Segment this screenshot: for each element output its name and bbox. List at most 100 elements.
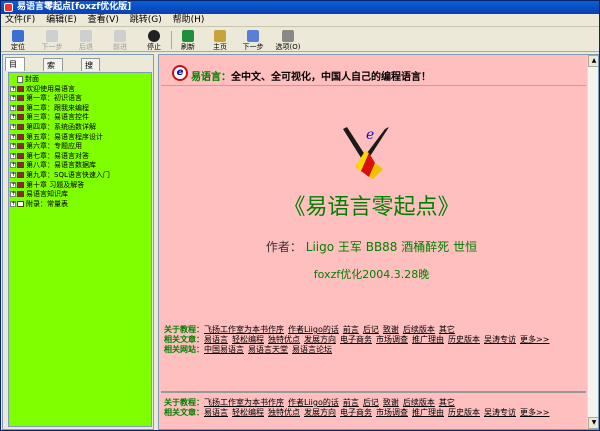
page-icon: [17, 75, 23, 83]
content-scrollbar[interactable]: ▲ ▼: [587, 55, 598, 429]
options-button[interactable]: 选项(O): [271, 29, 305, 51]
content-pane: e 易语言：全中文、全可视化，中国人自己的编程语言！ e 《易语言零起点》 作者…: [158, 54, 599, 430]
expand-icon[interactable]: +: [10, 191, 16, 198]
tree-item[interactable]: + 第二章：跟我来编程: [10, 104, 89, 113]
content-link[interactable]: 更多>>: [520, 335, 549, 344]
content-link[interactable]: 前言: [343, 398, 359, 407]
content-link[interactable]: 吴涛专访: [484, 335, 516, 344]
tree-item-label: 第四章：系统函数详解: [26, 123, 96, 131]
content-link[interactable]: 致谢: [383, 398, 399, 407]
content-link[interactable]: 易语言: [204, 408, 228, 417]
content-link[interactable]: 市场调查: [376, 408, 408, 417]
tree-item[interactable]: + 易语言知识库: [10, 190, 68, 199]
title-bar[interactable]: 易语言零起点[foxzf优化版]: [1, 1, 599, 14]
next-step-button-disabled[interactable]: 下一步: [38, 29, 66, 51]
content-link[interactable]: 前言: [343, 325, 359, 334]
content-link[interactable]: 发展方向: [304, 335, 336, 344]
locate-button[interactable]: 定位: [4, 29, 32, 51]
tab-index[interactable]: 索引(N): [43, 58, 64, 96]
content-link[interactable]: 飞扬工作室为本书作序: [204, 325, 284, 334]
app-icon: [4, 3, 13, 12]
link-group-label: 相关文章：: [164, 335, 204, 344]
content-link[interactable]: 推广理由: [412, 408, 444, 417]
menu-goto[interactable]: 跳转(G): [126, 14, 166, 27]
expand-icon[interactable]: +: [10, 85, 16, 92]
book-icon: [17, 191, 24, 198]
expand-icon[interactable]: +: [10, 95, 16, 102]
content-link[interactable]: 后续版本: [403, 325, 435, 334]
content-link[interactable]: 电子商务: [340, 335, 372, 344]
link-group-label: 相关网站：: [164, 345, 204, 354]
content-link[interactable]: 发展方向: [304, 408, 336, 417]
content-link[interactable]: 易语言天堂: [248, 345, 288, 354]
brand-name: 易语言：: [191, 72, 231, 83]
content-link[interactable]: 轻松编程: [232, 408, 264, 417]
forward-button[interactable]: 前进: [106, 29, 134, 51]
menu-help[interactable]: 帮助(H): [169, 14, 209, 27]
home-icon: [214, 30, 226, 42]
scroll-up-arrow-icon[interactable]: ▲: [588, 55, 598, 67]
tree-item[interactable]: + 附录：常量表: [10, 200, 68, 209]
tree-item[interactable]: + 第九章：SQL语言快速入门: [10, 171, 110, 180]
menu-edit[interactable]: 编辑(E): [42, 14, 81, 27]
content-link[interactable]: 致谢: [383, 325, 399, 334]
home-button[interactable]: 主页: [206, 29, 234, 51]
content-link[interactable]: 轻松编程: [232, 335, 264, 344]
tree-item[interactable]: + 第八章：易语言数据库: [10, 161, 96, 170]
content-link[interactable]: 作者Liigo的话: [288, 398, 339, 407]
tree-item-label: 第二章：跟我来编程: [26, 103, 89, 112]
content-link[interactable]: 中国易语言: [204, 345, 244, 354]
content-link[interactable]: 飞扬工作室为本书作序: [204, 398, 284, 407]
content-link[interactable]: 作者Liigo的话: [288, 325, 339, 334]
expand-icon[interactable]: +: [10, 181, 16, 188]
content-link[interactable]: 易语言论坛: [292, 345, 332, 354]
tree-item[interactable]: + 第七章：易语言对答: [10, 152, 89, 161]
content-link[interactable]: 历史版本: [448, 408, 480, 417]
stop-button[interactable]: 停止: [140, 29, 168, 51]
menu-file[interactable]: 文件(F): [1, 14, 39, 27]
content-link[interactable]: 独特优点: [268, 335, 300, 344]
tree-item[interactable]: + 第三章：易语言控件: [10, 113, 89, 122]
tree-item[interactable]: + 第十章 习题及解答: [10, 181, 84, 190]
tree-item[interactable]: + 第四章：系统函数详解: [10, 123, 96, 132]
scroll-down-arrow-icon[interactable]: ▼: [588, 417, 598, 429]
window-title: 易语言零起点[foxzf优化版]: [17, 2, 132, 12]
content-link[interactable]: 更多>>: [520, 408, 549, 417]
content-link[interactable]: 市场调查: [376, 335, 408, 344]
e-logo-icon: e: [172, 65, 188, 81]
expand-icon[interactable]: +: [10, 152, 16, 159]
content-link[interactable]: 易语言: [204, 335, 228, 344]
expand-icon[interactable]: +: [10, 104, 16, 111]
content-link[interactable]: 历史版本: [448, 335, 480, 344]
content-link[interactable]: 电子商务: [340, 408, 372, 417]
content-link[interactable]: 其它: [439, 398, 455, 407]
content-link[interactable]: 其它: [439, 325, 455, 334]
menu-view[interactable]: 查看(V): [84, 14, 123, 27]
expand-icon[interactable]: +: [10, 114, 16, 121]
expand-icon[interactable]: +: [10, 162, 16, 169]
book-icon: [17, 162, 24, 169]
content-link[interactable]: 后记: [363, 398, 379, 407]
refresh-button[interactable]: 刷新: [174, 29, 202, 51]
tree-item[interactable]: + 欢迎使用易语言: [10, 85, 75, 94]
content-link[interactable]: 后续版本: [403, 398, 435, 407]
expand-icon[interactable]: +: [10, 124, 16, 130]
tree-item[interactable]: 封面: [10, 75, 39, 84]
expand-icon[interactable]: +: [10, 200, 16, 207]
link-group-label: 相关文章：: [164, 408, 204, 417]
tree-item[interactable]: + 第五章：易语言程序设计: [10, 133, 103, 142]
tree-item-label: 第七章：易语言对答: [26, 151, 89, 160]
next-step-button[interactable]: 下一步: [239, 29, 267, 51]
tab-contents[interactable]: 目录(C): [5, 57, 25, 95]
content-link[interactable]: 独特优点: [268, 408, 300, 417]
expand-icon[interactable]: +: [10, 143, 16, 150]
expand-icon[interactable]: +: [10, 172, 16, 178]
tree-item[interactable]: + 第一章：初识语言: [10, 94, 82, 103]
content-link[interactable]: 吴涛专访: [484, 408, 516, 417]
back-button[interactable]: 后退: [72, 29, 100, 51]
tab-search[interactable]: 搜索(S): [81, 58, 101, 96]
tree-item[interactable]: + 第六章：专题应用: [10, 142, 82, 151]
expand-icon[interactable]: +: [10, 133, 16, 140]
content-link[interactable]: 后记: [363, 325, 379, 334]
content-link[interactable]: 推广理由: [412, 335, 444, 344]
